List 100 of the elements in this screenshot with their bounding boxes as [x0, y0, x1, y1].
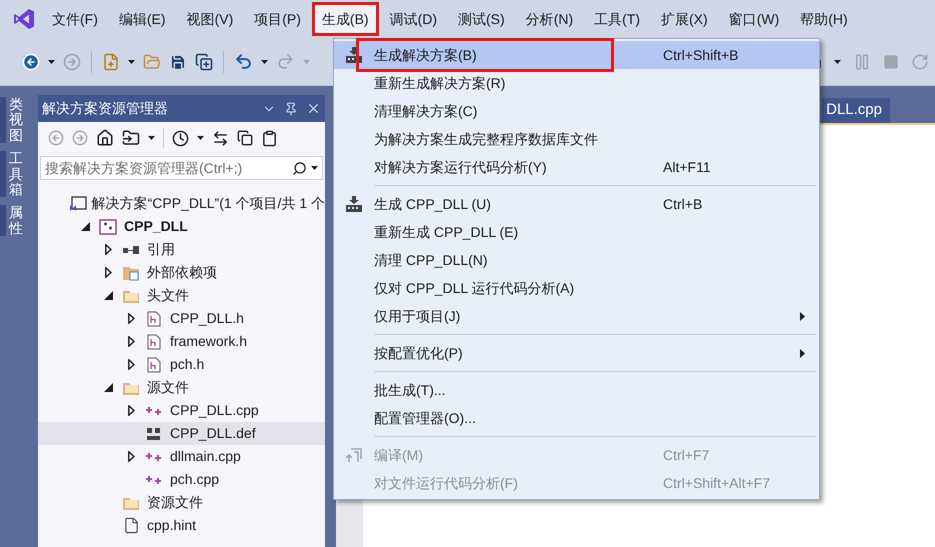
editor-tab[interactable]: DLL.cpp: [822, 98, 890, 123]
menu-bar-item[interactable]: 帮助(H): [793, 5, 855, 33]
menu-bar-item[interactable]: 工具(T): [587, 5, 648, 33]
header-file-icon: [147, 334, 161, 350]
panel-title: 解决方案资源管理器: [42, 99, 168, 118]
collapsed-arrow-icon[interactable]: [104, 244, 112, 255]
show-all-files-icon[interactable]: [261, 130, 278, 146]
save-icon[interactable]: [169, 52, 187, 70]
expanded-arrow-icon[interactable]: [104, 291, 112, 300]
menu-item[interactable]: 仅用于项目(J): [334, 302, 819, 330]
expanded-arrow-icon[interactable]: [104, 383, 112, 392]
file-icon: [122, 517, 140, 534]
collapsed-arrow-icon[interactable]: [128, 336, 134, 347]
menu-item[interactable]: 配置管理器(O)...: [334, 404, 819, 432]
tree-item[interactable]: 资源文件: [38, 491, 325, 514]
restart-icon[interactable]: [911, 52, 929, 70]
tree-item[interactable]: 解决方案“CPP_DLL”(1 个项目/共 1 个: [38, 192, 325, 215]
solution-icon: [68, 196, 87, 212]
menu-item[interactable]: 为解决方案生成完整程序数据库文件: [334, 125, 819, 153]
expanded-arrow-icon[interactable]: [80, 222, 90, 231]
home-icon[interactable]: [96, 129, 114, 147]
search-icon[interactable]: [292, 160, 307, 176]
menu-bar-item[interactable]: 分析(N): [518, 5, 580, 33]
sync-icon[interactable]: [212, 130, 229, 146]
tree-item-label: framework.h: [170, 332, 248, 351]
search-field[interactable]: 搜索解决方案资源管理器(Ctrl+;): [40, 156, 323, 180]
tree-item[interactable]: CPP_DLL.def: [38, 422, 325, 445]
collapsed-arrow-icon[interactable]: [128, 405, 134, 416]
undo-icon[interactable]: [234, 52, 253, 71]
caret-icon[interactable]: [197, 136, 204, 140]
header-file-icon: [147, 310, 161, 326]
submenu-arrow-icon: [800, 312, 805, 320]
cpp-file-icon: [145, 450, 163, 462]
menu-bar-item[interactable]: 调试(D): [382, 5, 444, 33]
tree-item-label: 解决方案“CPP_DLL”(1 个项目/共 1 个: [92, 194, 325, 213]
pin-icon[interactable]: [284, 102, 298, 116]
project-icon: [99, 218, 117, 234]
compile-icon: [345, 446, 363, 464]
menu-bar-item[interactable]: 项目(P): [247, 5, 308, 33]
menu-item[interactable]: 批生成(T)...: [334, 376, 819, 404]
folder-icon: [122, 264, 140, 280]
menu-bar-item[interactable]: 窗口(W): [722, 5, 786, 33]
tree-item[interactable]: CPP_DLL.h: [38, 307, 325, 330]
menu-item[interactable]: 清理解决方案(C): [334, 97, 819, 125]
menu-item[interactable]: 按配置优化(P): [334, 339, 819, 367]
menu-bar-item[interactable]: 生成(B): [314, 5, 376, 33]
switch-view-icon[interactable]: [122, 129, 140, 147]
menu-item[interactable]: 生成解决方案(B) Ctrl+Shift+B: [334, 41, 819, 69]
tree-item-label: CPP_DLL.cpp: [170, 401, 259, 420]
tree-item-label: 资源文件: [147, 493, 203, 512]
collapsed-arrow-icon[interactable]: [104, 267, 112, 278]
tree-item[interactable]: cpp.hint: [38, 514, 325, 537]
tree-item[interactable]: CPP_DLL.cpp: [38, 399, 325, 422]
pending-changes-icon[interactable]: [172, 130, 189, 146]
tree-item-label: pch.h: [170, 355, 204, 374]
header-file-icon: [147, 356, 161, 372]
tree-item[interactable]: pch.cpp: [38, 468, 325, 491]
tree-item[interactable]: framework.h: [38, 330, 325, 353]
collapsed-arrow-icon[interactable]: [128, 451, 134, 462]
references-icon: [122, 244, 140, 254]
menu-item[interactable]: 对解决方案运行代码分析(Y) Alt+F11: [334, 153, 819, 181]
caret-icon[interactable]: [261, 60, 268, 64]
def-file-icon: [146, 426, 162, 440]
menu-item[interactable]: 仅对 CPP_DLL 运行代码分析(A): [334, 274, 819, 302]
caret-icon[interactable]: [48, 60, 55, 64]
cpp-file-icon: [145, 404, 163, 416]
collapsed-arrow-icon[interactable]: [128, 313, 134, 324]
tree-item[interactable]: dllmain.cpp: [38, 445, 325, 468]
tree-item-label: 外部依赖项: [147, 263, 217, 282]
tree-item-label: CPP_DLL.def: [170, 424, 256, 443]
menu-bar-item[interactable]: 文件(F): [45, 5, 105, 33]
caret-icon[interactable]: [128, 60, 135, 64]
caret-icon[interactable]: [834, 60, 841, 64]
menu-bar-item[interactable]: 扩展(X): [654, 5, 715, 33]
tree-item-label: pch.cpp: [170, 470, 220, 489]
save-all-icon[interactable]: [195, 52, 213, 70]
menu-bar-item[interactable]: 测试(S): [451, 5, 512, 33]
tree-item-label: CPP_DLL: [124, 217, 188, 236]
collapsed-arrow-icon[interactable]: [128, 359, 134, 370]
collapse-all-icon[interactable]: [237, 130, 253, 146]
menu-item[interactable]: 重新生成 CPP_DLL (E): [334, 218, 819, 246]
tree-item[interactable]: 外部依赖项: [38, 261, 325, 284]
menu-bar-item[interactable]: 视图(V): [180, 5, 240, 33]
caret-icon[interactable]: [311, 166, 318, 170]
menu-item[interactable]: 重新生成解决方案(R): [334, 69, 819, 97]
menu-bar-item[interactable]: 编辑(E): [112, 5, 173, 33]
tree-item[interactable]: 引用: [38, 238, 325, 261]
build-icon: [345, 196, 363, 212]
menu-item[interactable]: 生成 CPP_DLL (U) Ctrl+B: [334, 190, 819, 218]
tree-item-label: dllmain.cpp: [170, 447, 241, 466]
tree-item-label: 头文件: [147, 286, 189, 305]
caret-icon[interactable]: [148, 136, 155, 140]
tree-item[interactable]: 源文件: [38, 376, 325, 399]
tree-item[interactable]: pch.h: [38, 353, 325, 376]
tree-item-label: CPP_DLL.h: [170, 309, 244, 328]
tree-item[interactable]: CPP_DLL: [38, 215, 325, 238]
menu-item[interactable]: 清理 CPP_DLL(N): [334, 246, 819, 274]
submenu-arrow-icon: [800, 348, 805, 358]
tree-item[interactable]: 头文件: [38, 284, 325, 307]
close-icon[interactable]: [306, 101, 321, 116]
